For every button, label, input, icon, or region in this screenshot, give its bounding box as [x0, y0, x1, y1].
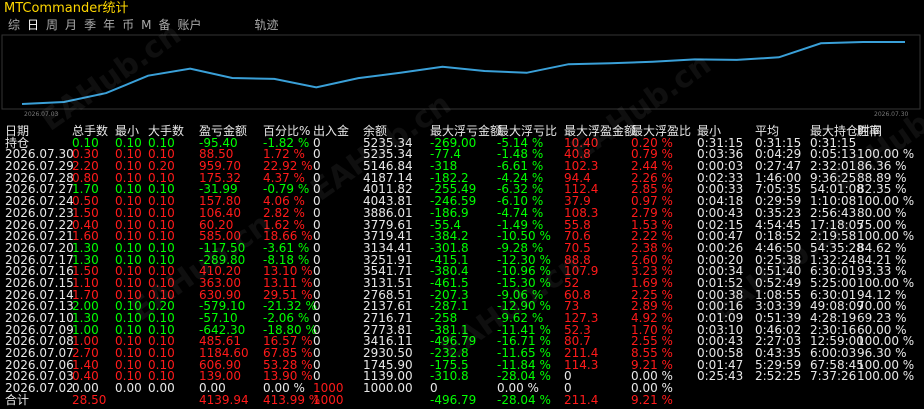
- cell-fpp: 9.21 %: [631, 392, 673, 407]
- tab-1[interactable]: 日: [27, 17, 39, 33]
- stats-table: 日期 总手数 最小 大手数 盈亏金额 百分比% 出入金 余额 最大浮亏金额 最大浮亏比 最大浮盈金额…: [0, 124, 924, 407]
- cell-tmin: 0:25:43: [697, 369, 744, 384]
- cell-lots: 28.50: [72, 392, 107, 407]
- app-title: MTCommander统计: [4, 1, 129, 16]
- cell-pl: 4139.94: [199, 392, 249, 407]
- cell-io: 1000: [313, 392, 344, 407]
- cell-max: 0.00: [148, 381, 175, 396]
- tab-9[interactable]: 账户: [177, 17, 201, 33]
- tab-8[interactable]: 备: [158, 17, 170, 33]
- total-row: 合计 28.50 4139.94 413.99 % 1000 -496.79 -28.04 …: [0, 392, 924, 407]
- chart-frame: [1, 34, 921, 110]
- cell-bal: 1000.00: [363, 381, 413, 396]
- chart-end-label: 2026.07.30: [874, 111, 909, 118]
- cell-win: 100.00 %: [857, 369, 915, 384]
- equity-line: [21, 41, 905, 105]
- cell-fp: 211.4: [564, 392, 599, 407]
- tab-3[interactable]: 月: [65, 17, 77, 33]
- cell-tmax: 7:37:26: [810, 369, 857, 384]
- cell-min: 0.00: [115, 381, 142, 396]
- cell-win: 胜率: [857, 124, 882, 138]
- tab-7[interactable]: M: [141, 17, 151, 33]
- period-tabs: 综日周月季年币 M 备账户 轨迹: [8, 17, 286, 33]
- cell-tavg: 2:52:25: [755, 369, 802, 384]
- cell-flp: -28.04 %: [497, 392, 551, 407]
- tab-10[interactable]: 轨迹: [255, 17, 279, 33]
- tab-4[interactable]: 季: [84, 17, 96, 33]
- tab-6[interactable]: 币: [122, 17, 134, 33]
- equity-chart: 2026.07.03 2026.07.30: [1, 34, 921, 118]
- tab-2[interactable]: 周: [46, 17, 58, 33]
- tab-0[interactable]: 综: [8, 17, 20, 33]
- chart-start-label: 2026.07.03: [24, 111, 59, 118]
- tab-5[interactable]: 年: [103, 17, 115, 33]
- cell-date: 合计: [5, 392, 30, 407]
- cell-fl: -496.79: [430, 392, 477, 407]
- cell-pct: 413.99 %: [263, 392, 321, 407]
